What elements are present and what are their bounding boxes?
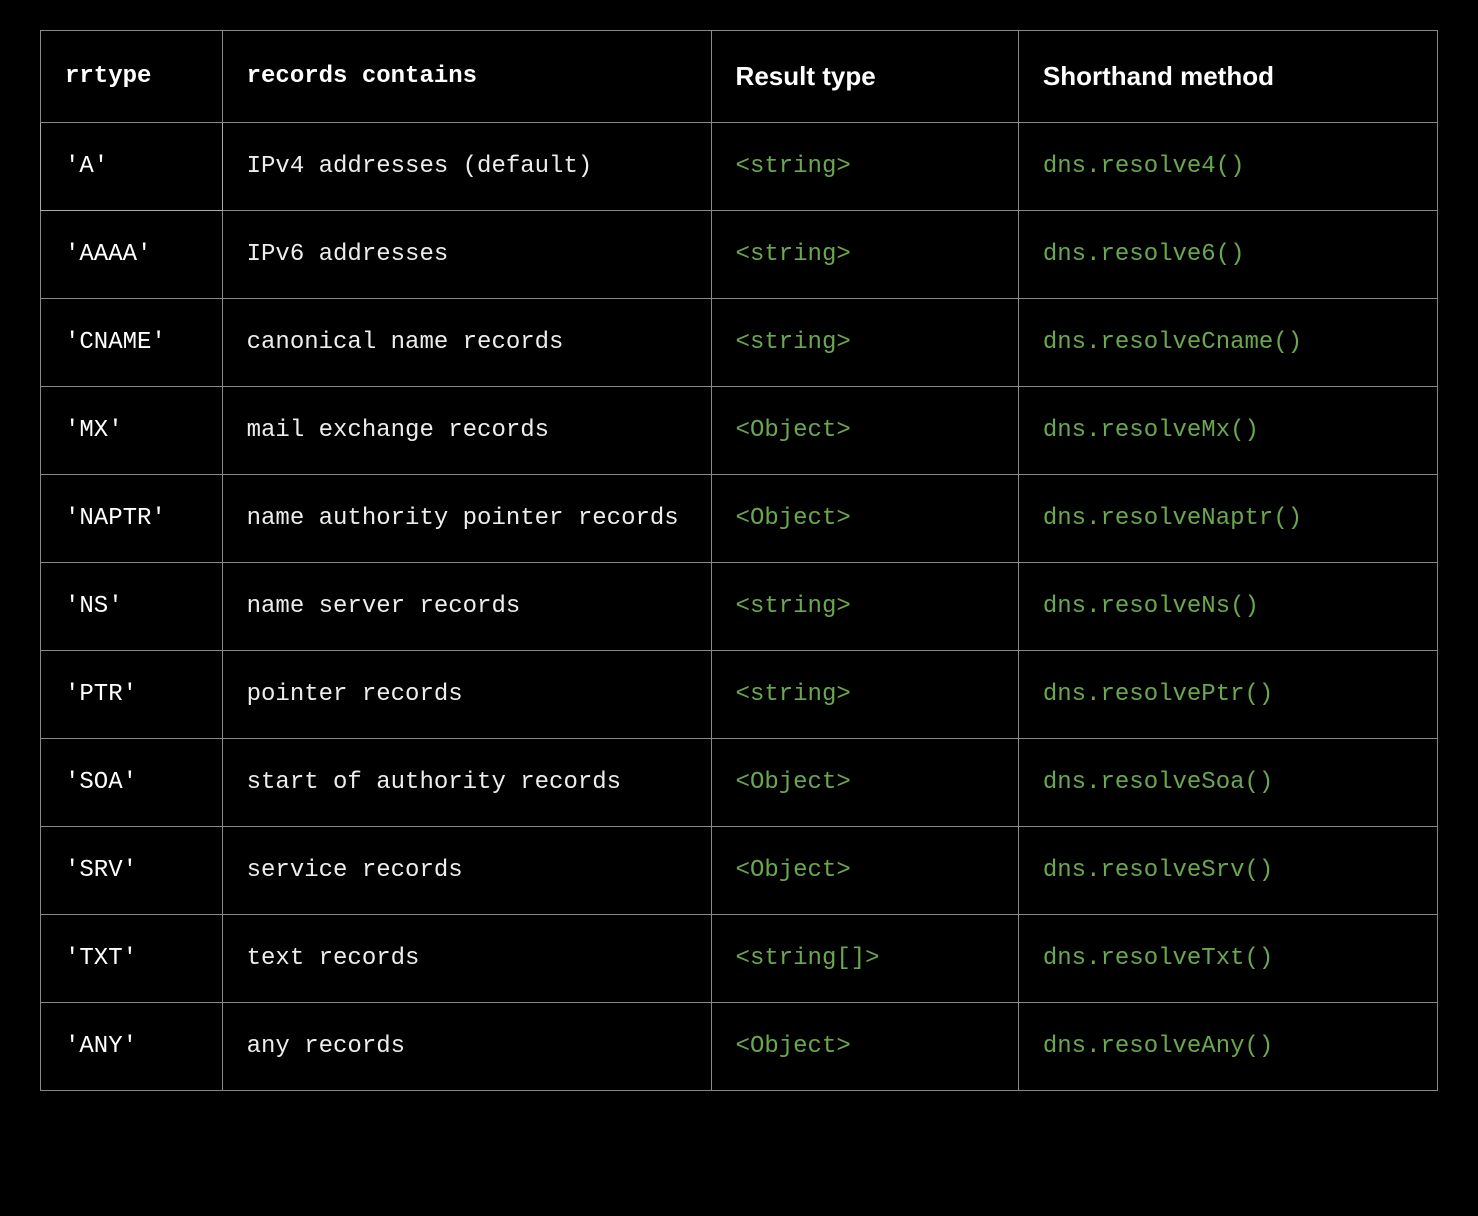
records-desc: name server records xyxy=(247,593,521,620)
shorthand-link[interactable]: dns.resolveSrv() xyxy=(1043,857,1273,884)
shorthand-link[interactable]: dns.resolveNaptr() xyxy=(1043,505,1302,532)
records-desc: mail exchange records xyxy=(247,417,549,444)
records-desc: pointer records xyxy=(247,681,463,708)
result-type: <string> xyxy=(736,681,851,708)
records-desc: IPv6 addresses xyxy=(247,241,449,268)
table-row: 'MX' mail exchange records <Object> dns.… xyxy=(41,387,1438,475)
result-type: <Object> xyxy=(736,417,851,444)
result-type: <string> xyxy=(736,593,851,620)
records-desc: text records xyxy=(247,945,420,972)
table-row: 'PTR' pointer records <string> dns.resol… xyxy=(41,651,1438,739)
shorthand-link[interactable]: dns.resolveNs() xyxy=(1043,593,1259,620)
shorthand-link[interactable]: dns.resolveAny() xyxy=(1043,1033,1273,1060)
shorthand-link[interactable]: dns.resolvePtr() xyxy=(1043,681,1273,708)
records-desc: start of authority records xyxy=(247,769,621,796)
col-header-records: records contains xyxy=(222,31,711,123)
result-type: <string> xyxy=(736,153,851,180)
shorthand-link[interactable]: dns.resolveMx() xyxy=(1043,417,1259,444)
result-type: <string[]> xyxy=(736,945,880,972)
table-row: 'SOA' start of authority records <Object… xyxy=(41,739,1438,827)
records-desc: name authority pointer records xyxy=(247,505,679,532)
rrtype-value: 'PTR' xyxy=(65,681,137,708)
table-row: 'NS' name server records <string> dns.re… xyxy=(41,563,1438,651)
table-row: 'A' IPv4 addresses (default) <string> dn… xyxy=(41,123,1438,211)
table-header-row: rrtype records contains Result type Shor… xyxy=(41,31,1438,123)
table-row: 'AAAA' IPv6 addresses <string> dns.resol… xyxy=(41,211,1438,299)
result-type: <string> xyxy=(736,329,851,356)
rrtype-value: 'NAPTR' xyxy=(65,505,166,532)
table-row: 'CNAME' canonical name records <string> … xyxy=(41,299,1438,387)
result-type: <Object> xyxy=(736,769,851,796)
shorthand-link[interactable]: dns.resolveSoa() xyxy=(1043,769,1273,796)
result-type: <Object> xyxy=(736,857,851,884)
rrtype-value: 'SOA' xyxy=(65,769,137,796)
records-desc: service records xyxy=(247,857,463,884)
records-desc: IPv4 addresses (default) xyxy=(247,153,593,180)
result-type: <Object> xyxy=(736,1033,851,1060)
rrtype-value: 'CNAME' xyxy=(65,329,166,356)
shorthand-link[interactable]: dns.resolve6() xyxy=(1043,241,1245,268)
table-row: 'SRV' service records <Object> dns.resol… xyxy=(41,827,1438,915)
shorthand-link[interactable]: dns.resolveCname() xyxy=(1043,329,1302,356)
shorthand-link[interactable]: dns.resolveTxt() xyxy=(1043,945,1273,972)
records-desc: canonical name records xyxy=(247,329,564,356)
table-row: 'TXT' text records <string[]> dns.resolv… xyxy=(41,915,1438,1003)
dns-rrtype-table: rrtype records contains Result type Shor… xyxy=(40,30,1438,1091)
table-row: 'ANY' any records <Object> dns.resolveAn… xyxy=(41,1003,1438,1091)
records-desc: any records xyxy=(247,1033,405,1060)
table-row: 'NAPTR' name authority pointer records <… xyxy=(41,475,1438,563)
col-header-rrtype: rrtype xyxy=(41,31,223,123)
rrtype-value: 'ANY' xyxy=(65,1033,137,1060)
result-type: <Object> xyxy=(736,505,851,532)
rrtype-value: 'AAAA' xyxy=(65,241,151,268)
rrtype-value: 'SRV' xyxy=(65,857,137,884)
rrtype-value: 'NS' xyxy=(65,593,123,620)
rrtype-value: 'TXT' xyxy=(65,945,137,972)
result-type: <string> xyxy=(736,241,851,268)
col-header-shorthand: Shorthand method xyxy=(1018,31,1437,123)
col-header-result: Result type xyxy=(711,31,1018,123)
rrtype-value: 'A' xyxy=(65,153,108,180)
rrtype-value: 'MX' xyxy=(65,417,123,444)
shorthand-link[interactable]: dns.resolve4() xyxy=(1043,153,1245,180)
